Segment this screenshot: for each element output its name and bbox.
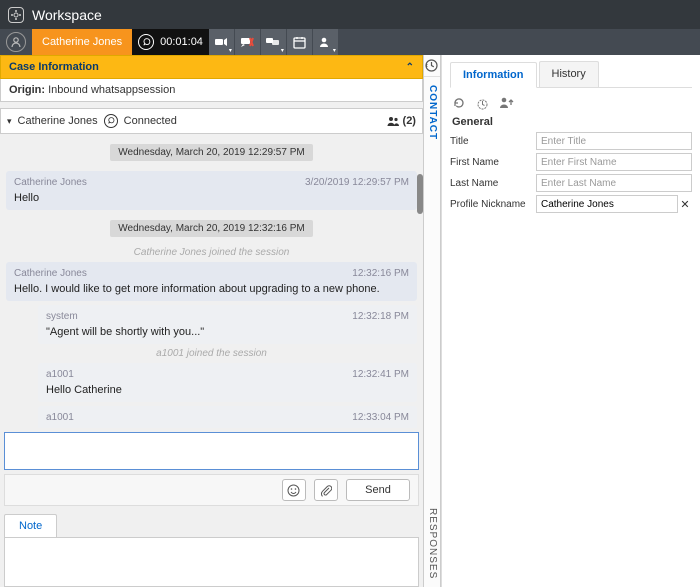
origin-value: Inbound whatsappsession [48,84,175,96]
side-tab-strip: CONTACT RESPONSES [423,55,441,587]
chat-message: Catherine Jones 12:32:16 PM Hello. I wou… [6,262,417,301]
message-sender: Catherine Jones [14,268,409,279]
scrollbar[interactable] [417,174,423,214]
chat-message: system 12:32:18 PM "Agent will be shortl… [38,305,417,344]
chat-message: a1001 12:32:41 PM Hello Catherine [38,363,417,402]
chat-transcript: Wednesday, March 20, 2019 12:29:57 PM Ca… [0,134,423,428]
firstname-input[interactable] [536,153,692,171]
end-chat-icon[interactable] [235,29,261,55]
contact-name-chip[interactable]: Catherine Jones [32,29,132,55]
chat-message: a1001 12:33:04 PM I would be happy to he… [38,406,417,428]
section-general: General [452,116,690,128]
nickname-input[interactable] [536,195,678,213]
app-logo-icon [8,7,24,23]
interaction-toolbar: Catherine Jones 00:01:04 ▾ ▾ ▾ [0,29,700,55]
message-body: "Agent will be shortly with you..." [46,326,409,338]
assign-icon[interactable] [499,96,514,110]
app-header: Workspace [0,0,700,29]
whatsapp-icon [138,34,154,50]
chevron-down-icon[interactable]: ▾ [7,116,12,127]
message-timestamp: 12:33:04 PM [352,412,409,423]
case-info-bar[interactable]: Case Information ⌃ [0,55,423,79]
transfer-icon[interactable]: ▾ [209,29,235,55]
lastname-input[interactable] [536,174,692,192]
send-toolbar: Send [4,474,419,506]
clear-icon[interactable]: ✕ [678,198,692,211]
tab-history[interactable]: History [539,61,599,87]
send-button[interactable]: Send [346,479,410,501]
message-timestamp: 3/20/2019 12:29:57 PM [305,177,409,188]
participants-count: (2) [403,115,416,127]
attach-button[interactable] [314,479,338,501]
message-input[interactable] [4,432,419,470]
collapse-icon[interactable]: ⌃ [406,62,414,73]
lock-icon[interactable] [476,96,489,110]
app-title: Workspace [32,7,102,23]
message-body: I would be happy to help you with this t… [46,427,409,428]
message-body: Hello. I would like to get more informat… [14,283,409,295]
party-status-row: ▾ Catherine Jones Connected (2) [0,108,423,134]
system-note: Catherine Jones joined the session [4,247,419,258]
history-clock-icon[interactable] [424,55,440,77]
emoji-button[interactable] [282,479,306,501]
schedule-icon[interactable] [287,29,313,55]
message-body: Hello Catherine [46,384,409,396]
case-info-label: Case Information [9,61,99,73]
date-separator: Wednesday, March 20, 2019 12:29:57 PM [110,144,312,161]
firstname-label: First Name [450,157,536,168]
nickname-label: Profile Nickname [450,199,536,210]
message-timestamp: 12:32:41 PM [352,369,409,380]
date-separator: Wednesday, March 20, 2019 12:32:16 PM [110,220,312,237]
contact-panel: Information History General Title First … [441,55,700,587]
origin-label: Origin: [9,84,45,96]
system-note: a1001 joined the session [4,348,419,359]
origin-row: Origin: Inbound whatsappsession [0,79,423,102]
side-tab-responses[interactable]: RESPONSES [424,500,440,587]
message-body: Hello [14,192,409,204]
participants-icon[interactable] [386,116,400,127]
title-input[interactable] [536,132,692,150]
party-name: Catherine Jones [18,115,98,127]
interaction-timer: 00:01:04 [160,36,203,48]
reset-icon[interactable] [452,96,466,110]
party-icon[interactable]: ▾ [313,29,339,55]
tab-note[interactable]: Note [4,514,57,537]
note-textarea[interactable] [4,537,419,587]
message-timestamp: 12:32:16 PM [352,268,409,279]
consult-icon[interactable]: ▾ [261,29,287,55]
party-state: Connected [124,115,177,127]
agent-status-icon[interactable] [6,32,26,52]
whatsapp-icon [104,114,118,128]
side-tab-contact[interactable]: CONTACT [424,77,440,148]
message-timestamp: 12:32:18 PM [352,311,409,322]
channel-badge: 00:01:04 [132,29,209,55]
chat-message: Catherine Jones 3/20/2019 12:29:57 PM He… [6,171,417,210]
tab-information[interactable]: Information [450,62,537,88]
title-label: Title [450,136,536,147]
lastname-label: Last Name [450,178,536,189]
